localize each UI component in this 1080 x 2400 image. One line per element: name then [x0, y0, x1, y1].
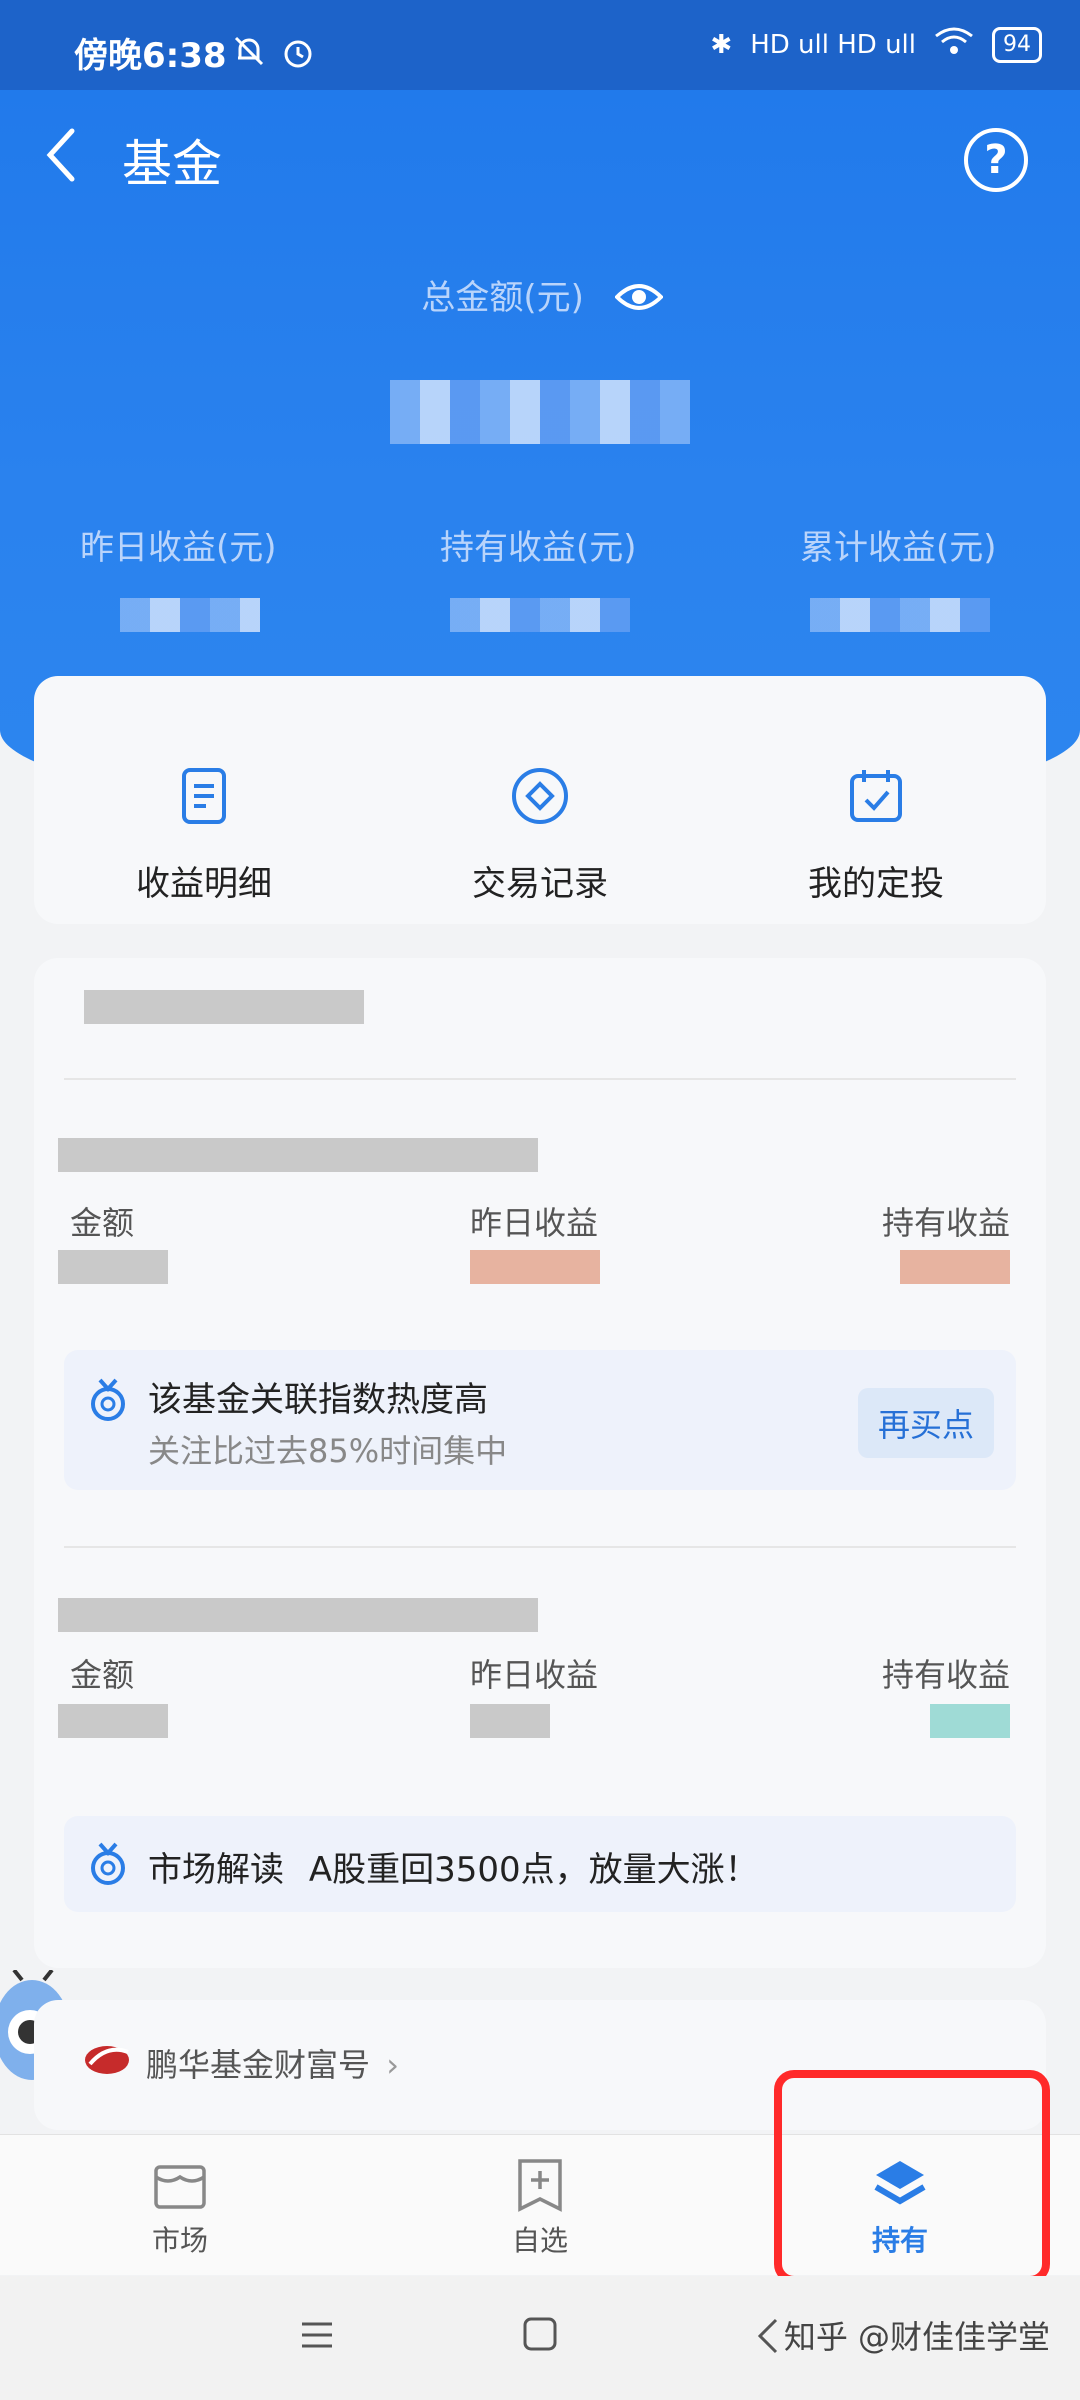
masked-holding — [930, 1704, 1010, 1738]
tip-title: 市场解读 A股重回3500点，放量大涨！ — [148, 1842, 759, 1891]
fund2-tip[interactable]: 市场解读 A股重回3500点，放量大涨！ — [64, 1816, 1016, 1912]
quick-action-label: 收益明细 — [136, 864, 272, 904]
tab-market[interactable]: 市场 — [80, 2157, 280, 2259]
holding-earnings-label: 持有收益(元) — [440, 528, 637, 568]
bluetooth-icon: ✱ — [710, 29, 733, 60]
wealth-account-label: 鹏华基金财富号 › — [146, 2040, 399, 2086]
tab-watchlist[interactable]: 自选 — [440, 2157, 640, 2259]
holding-label: 持有收益 — [881, 1656, 1010, 1694]
masked-fund-name — [58, 1138, 538, 1172]
yesterday-label: 昨日收益 — [470, 1656, 599, 1694]
tab-label: 自选 — [511, 2224, 568, 2257]
quick-action-trade-records[interactable]: 交易记录 — [410, 766, 670, 905]
eye-icon[interactable] — [613, 281, 664, 310]
masked-fund-name — [58, 1598, 538, 1632]
signal-text: HD ull HD ull — [750, 29, 916, 60]
yesterday-earnings-label: 昨日收益(元) — [80, 528, 277, 568]
tip-title: 该基金关联指数热度高 — [148, 1380, 488, 1420]
back-nav-icon[interactable] — [756, 2316, 780, 2360]
total-amount-label: 总金额(元) — [0, 270, 1080, 319]
page-title: 基金 — [122, 135, 222, 193]
diamond-circle-icon — [512, 768, 568, 824]
wifi-icon — [934, 26, 974, 63]
status-bar: 傍晚6:38 ✱ HD ull HD ull 94 — [0, 0, 1080, 90]
holding-earnings-masked — [450, 598, 630, 632]
medal-icon — [88, 1842, 128, 1890]
bell-off-icon — [232, 34, 266, 72]
quick-action-earnings-detail[interactable]: 收益明细 — [74, 766, 334, 905]
watermark-text: 知乎 @财佳佳学堂 — [783, 2318, 1050, 2356]
fund1-tip[interactable]: 该基金关联指数热度高 关注比过去85%时间集中 再买点 — [64, 1350, 1016, 1490]
yesterday-label: 昨日收益 — [470, 1204, 599, 1242]
add-favorite-icon — [518, 2159, 562, 2212]
cumulative-earnings-label: 累计收益(元) — [800, 528, 997, 568]
masked-yesterday — [470, 1250, 600, 1284]
masked-amount — [58, 1704, 168, 1738]
alarm-icon — [280, 34, 316, 74]
tip-title-text: 市场解读 — [148, 1850, 284, 1890]
masked-category-title — [84, 990, 364, 1024]
help-icon[interactable]: ? — [964, 128, 1028, 192]
battery-indicator: 94 — [992, 26, 1042, 63]
total-amount-masked — [390, 380, 690, 444]
highlight-annotation-box — [774, 2070, 1050, 2284]
wealth-account-name: 鹏华基金财富号 — [146, 2046, 371, 2084]
holding-label: 持有收益 — [881, 1204, 1010, 1242]
masked-amount — [58, 1250, 168, 1284]
holdings-card: 金额 昨日收益 持有收益 该基金关联指数热度高 关注比过去85%时间集中 再买点… — [34, 958, 1046, 1968]
tab-label: 市场 — [151, 2224, 208, 2257]
quick-action-label: 我的定投 — [808, 864, 944, 904]
calendar-check-icon — [850, 770, 902, 822]
market-icon — [154, 2165, 206, 2209]
yesterday-earnings-masked — [120, 598, 260, 632]
masked-yesterday — [470, 1704, 550, 1738]
document-icon — [182, 768, 226, 824]
medal-icon — [88, 1378, 128, 1426]
amount-label: 金额 — [70, 1204, 135, 1242]
home-icon[interactable] — [522, 2316, 558, 2356]
quick-action-my-auto-invest[interactable]: 我的定投 — [746, 766, 1006, 905]
back-button[interactable] — [40, 125, 84, 185]
buy-more-button[interactable]: 再买点 — [857, 1388, 994, 1458]
tip-text: A股重回3500点，放量大涨！ — [308, 1850, 759, 1890]
status-time: 傍晚6:38 — [74, 36, 227, 76]
cumulative-earnings-masked — [810, 598, 990, 632]
chevron-right-icon: › — [386, 2046, 399, 2084]
masked-holding — [900, 1250, 1010, 1284]
divider — [64, 1546, 1016, 1548]
total-label-text: 总金额(元) — [421, 278, 584, 318]
amount-label: 金额 — [70, 1656, 135, 1694]
divider — [64, 1078, 1016, 1080]
status-right: ✱ HD ull HD ull 94 — [710, 26, 1042, 63]
tip-subtitle: 关注比过去85%时间集中 — [148, 1432, 508, 1470]
quick-action-label: 交易记录 — [472, 864, 608, 904]
quick-actions-card: 收益明细 交易记录 我的定投 — [34, 676, 1046, 924]
fund-company-logo — [82, 2040, 132, 2084]
menu-icon[interactable] — [300, 2320, 334, 2354]
fund-item-2[interactable]: 金额 昨日收益 持有收益 — [34, 1558, 1046, 1858]
